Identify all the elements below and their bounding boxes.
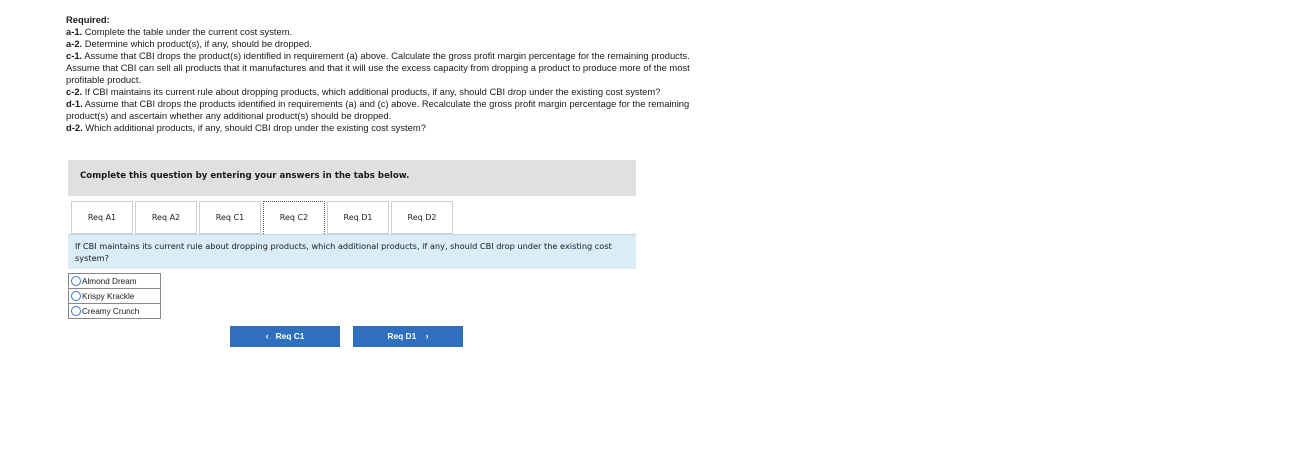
requirement-d2: d-2. Which additional products, if any, … <box>66 122 706 134</box>
requirement-label: a-2. <box>66 38 83 49</box>
requirement-d1: d-1. Assume that CBI drops the products … <box>66 98 706 122</box>
tab-req-a1[interactable]: Req A1 <box>71 201 133 234</box>
requirements-section: Required: a-1. Complete the table under … <box>66 14 706 134</box>
radio-button-icon[interactable] <box>71 291 81 301</box>
requirement-c2: c-2. If CBI maintains its current rule a… <box>66 86 706 98</box>
option-label: Krispy Krackle <box>82 291 135 301</box>
requirement-text: Assume that CBI drops the products ident… <box>66 98 690 121</box>
option-krispy-krackle[interactable]: Krispy Krackle <box>69 289 160 304</box>
requirement-text: Assume that CBI drops the product(s) ide… <box>66 50 690 85</box>
requirement-label: c-1. <box>66 50 83 61</box>
tab-req-d1[interactable]: Req D1 <box>327 201 389 234</box>
radio-button-icon[interactable] <box>71 276 81 286</box>
requirements-heading: Required: <box>66 14 110 25</box>
chevron-right-icon: › <box>425 331 429 341</box>
answer-options: Almond Dream Krispy Krackle Creamy Crunc… <box>68 273 161 319</box>
question-text: If CBI maintains its current rule about … <box>75 241 612 263</box>
next-req-d1-button[interactable]: Req D1 › <box>353 326 463 347</box>
tab-req-a2[interactable]: Req A2 <box>135 201 197 234</box>
option-creamy-crunch[interactable]: Creamy Crunch <box>69 304 160 319</box>
option-almond-dream[interactable]: Almond Dream <box>69 274 160 289</box>
option-label: Almond Dream <box>82 276 137 286</box>
requirement-label: d-2. <box>66 122 83 133</box>
requirement-label: c-2. <box>66 86 83 97</box>
prev-button-label: Req C1 <box>275 331 305 341</box>
requirement-label: a-1. <box>66 26 83 37</box>
requirement-text: Which additional products, if any, shoul… <box>82 122 426 133</box>
instruction-text: Complete this question by entering your … <box>80 171 410 181</box>
instruction-banner: Complete this question by entering your … <box>68 160 636 196</box>
prev-req-c1-button[interactable]: ‹ Req C1 <box>230 326 340 347</box>
tab-req-c1[interactable]: Req C1 <box>199 201 261 234</box>
requirement-label: d-1. <box>66 98 83 109</box>
question-panel: If CBI maintains its current rule about … <box>68 234 636 269</box>
next-button-label: Req D1 <box>387 331 417 341</box>
tab-req-d2[interactable]: Req D2 <box>391 201 453 234</box>
requirement-text: If CBI maintains its current rule about … <box>82 86 661 97</box>
chevron-left-icon: ‹ <box>265 331 269 341</box>
requirement-a1: a-1. Complete the table under the curren… <box>66 26 706 38</box>
requirement-text: Complete the table under the current cos… <box>82 26 293 37</box>
option-label: Creamy Crunch <box>82 306 140 316</box>
radio-button-icon[interactable] <box>71 306 81 316</box>
requirement-text: Determine which product(s), if any, shou… <box>82 38 312 49</box>
tab-req-c2[interactable]: Req C2 <box>263 201 325 234</box>
requirement-a2: a-2. Determine which product(s), if any,… <box>66 38 706 50</box>
requirement-c1: c-1. Assume that CBI drops the product(s… <box>66 50 706 86</box>
